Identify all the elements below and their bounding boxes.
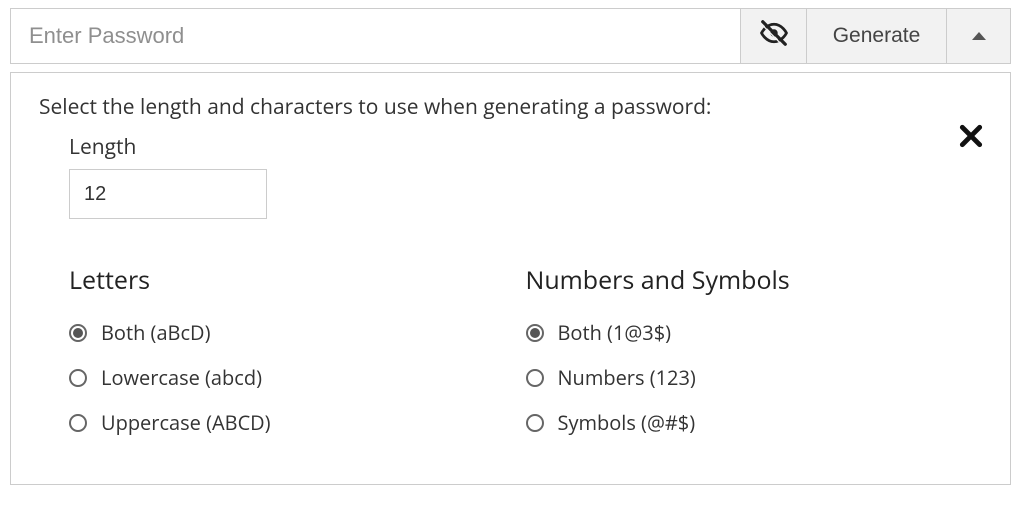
radio-icon — [69, 324, 87, 342]
collapse-button[interactable] — [946, 9, 1010, 63]
radio-label: Numbers (123) — [558, 364, 696, 391]
length-input[interactable] — [69, 169, 267, 219]
radio-icon — [526, 369, 544, 387]
radio-icon — [69, 369, 87, 387]
radio-icon — [526, 324, 544, 342]
numbers-symbols-heading: Numbers and Symbols — [526, 263, 983, 297]
close-button[interactable] — [958, 123, 984, 149]
ns-option-numbers[interactable]: Numbers (123) — [526, 364, 983, 391]
letters-option-lowercase[interactable]: Lowercase (abcd) — [69, 364, 526, 391]
password-input[interactable] — [11, 9, 740, 63]
instruction-text: Select the length and characters to use … — [39, 93, 982, 121]
radio-icon — [69, 414, 87, 432]
password-input-row: Generate — [10, 8, 1011, 64]
radio-label: Both (1@3$) — [558, 319, 672, 346]
radio-label: Lowercase (abcd) — [101, 364, 262, 391]
radio-label: Uppercase (ABCD) — [101, 409, 271, 436]
ns-option-symbols[interactable]: Symbols (@#$) — [526, 409, 983, 436]
close-icon — [958, 132, 984, 154]
letters-heading: Letters — [69, 263, 526, 297]
radio-icon — [526, 414, 544, 432]
length-label: Length — [69, 133, 982, 161]
generate-button[interactable]: Generate — [806, 9, 946, 63]
caret-up-icon — [972, 32, 986, 40]
eye-off-icon — [759, 18, 789, 54]
letters-option-uppercase[interactable]: Uppercase (ABCD) — [69, 409, 526, 436]
generator-panel: Select the length and characters to use … — [10, 72, 1011, 485]
letters-option-both[interactable]: Both (aBcD) — [69, 319, 526, 346]
radio-label: Both (aBcD) — [101, 319, 210, 346]
ns-option-both[interactable]: Both (1@3$) — [526, 319, 983, 346]
numbers-symbols-column: Numbers and Symbols Both (1@3$) Numbers … — [526, 263, 983, 454]
toggle-visibility-button[interactable] — [740, 9, 806, 63]
radio-label: Symbols (@#$) — [558, 409, 696, 436]
letters-column: Letters Both (aBcD) Lowercase (abcd) Upp… — [69, 263, 526, 454]
